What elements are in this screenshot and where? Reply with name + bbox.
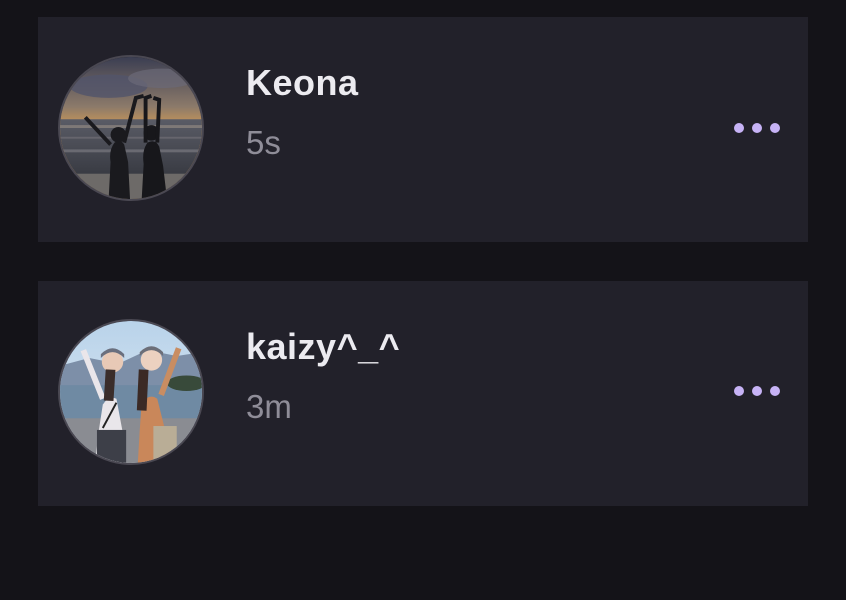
timestamp: 3m — [246, 388, 292, 425]
sunset-beach-photo-icon — [60, 57, 202, 199]
username[interactable]: Keona — [246, 63, 359, 103]
more-horizontal-icon[interactable] — [734, 376, 780, 406]
more-dot — [734, 123, 744, 133]
avatar[interactable] — [58, 55, 204, 201]
more-dot — [752, 123, 762, 133]
more-dot — [752, 386, 762, 396]
avatar[interactable] — [58, 319, 204, 465]
post-card[interactable]: Keona 5s — [38, 17, 808, 242]
more-horizontal-icon[interactable] — [734, 113, 780, 143]
username[interactable]: kaizy^_^ — [246, 327, 400, 367]
post-card[interactable]: kaizy^_^ 3m — [38, 281, 808, 506]
more-dot — [770, 123, 780, 133]
more-dot — [734, 386, 744, 396]
beach-friends-photo-icon — [60, 321, 202, 463]
timestamp: 5s — [246, 124, 281, 161]
more-dot — [770, 386, 780, 396]
